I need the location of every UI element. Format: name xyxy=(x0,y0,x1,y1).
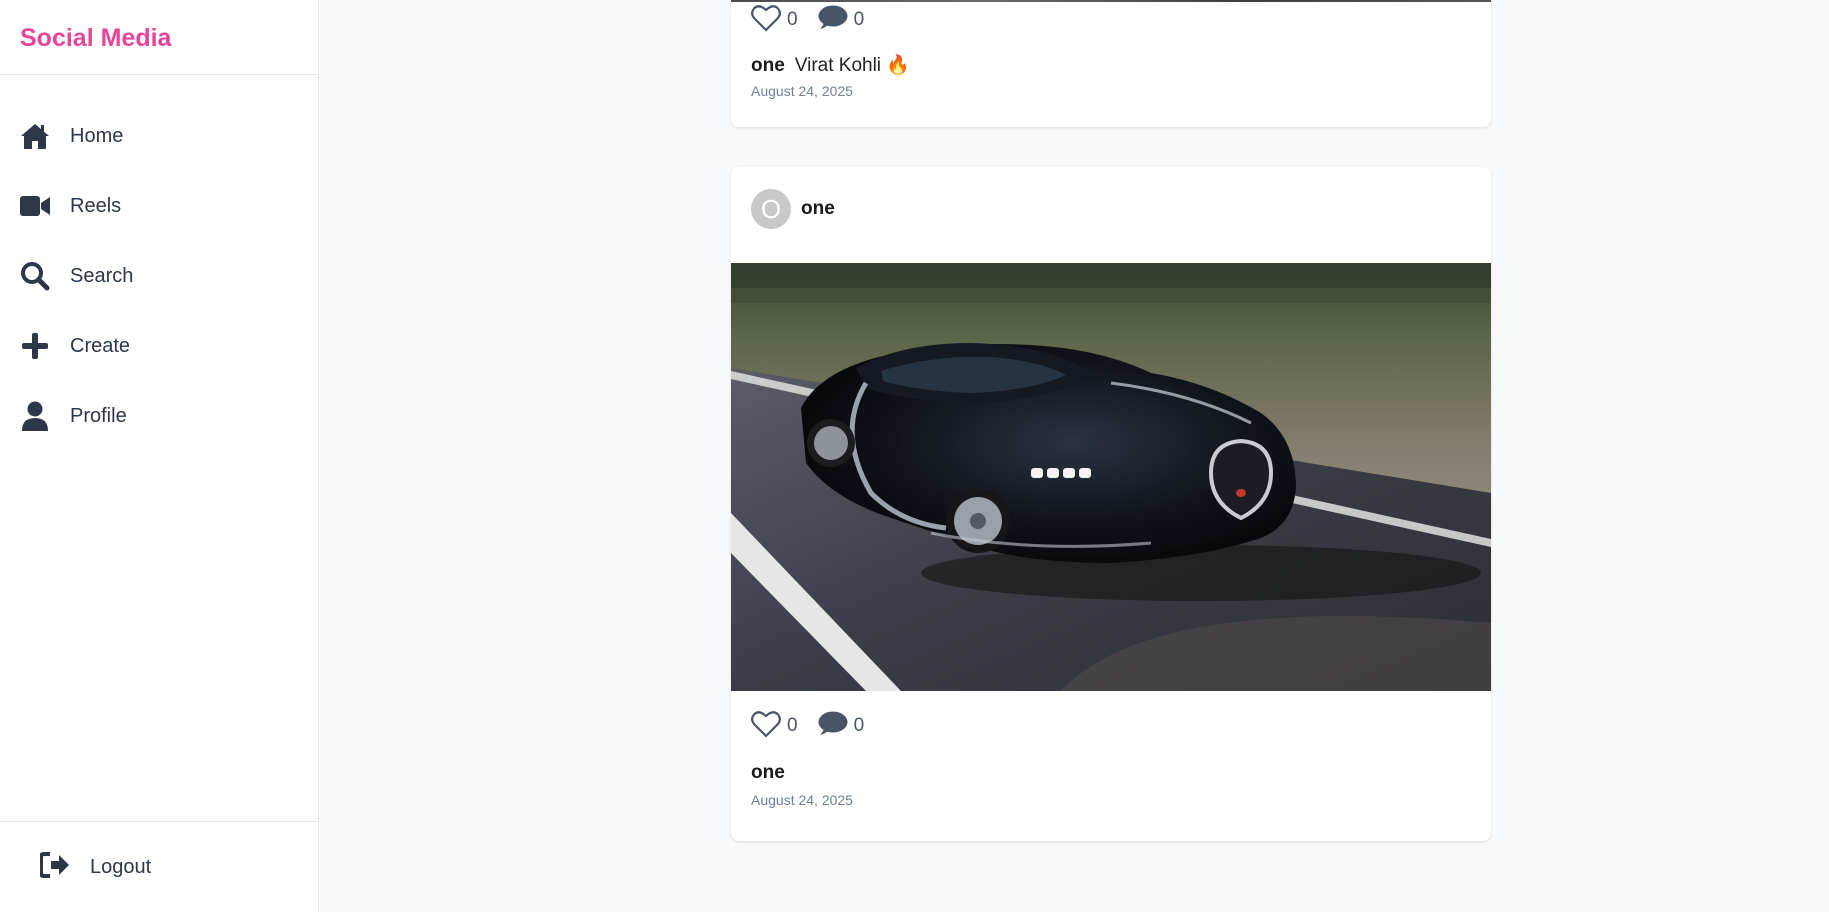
feed: 0 0 one Virat Kohli 🔥 August 24, 2025 O o… xyxy=(320,0,1829,912)
video-camera-icon xyxy=(20,191,50,221)
comment-count: 0 xyxy=(853,9,865,30)
sidebar: Social Media Home Reels Search Create Pr… xyxy=(0,0,319,912)
home-icon xyxy=(20,121,50,151)
logout-label: Logout xyxy=(90,855,152,878)
comment-icon xyxy=(816,5,848,36)
brand-title[interactable]: Social Media xyxy=(0,0,318,75)
comment-button[interactable]: 0 xyxy=(816,711,865,742)
logout-area: Logout xyxy=(0,821,318,912)
post-header: O one xyxy=(731,167,1491,237)
post-username[interactable]: one xyxy=(801,198,835,220)
post-caption: one Virat Kohli 🔥 xyxy=(731,53,1491,77)
search-icon xyxy=(20,261,50,291)
post-actions: 0 0 xyxy=(731,4,1491,37)
heart-icon xyxy=(751,710,781,743)
post-caption: one xyxy=(731,762,1491,784)
caption-username[interactable]: one xyxy=(751,762,785,783)
sidebar-item-label: Home xyxy=(70,124,124,147)
sidebar-item-label: Search xyxy=(70,264,134,287)
like-count: 0 xyxy=(787,715,798,736)
sidebar-item-create[interactable]: Create xyxy=(0,311,318,381)
post-image-edge xyxy=(731,0,1491,2)
sidebar-item-home[interactable]: Home xyxy=(0,101,318,171)
like-button[interactable]: 0 xyxy=(751,710,798,743)
sidebar-item-label: Reels xyxy=(70,194,122,217)
heart-icon xyxy=(751,4,781,37)
post-card: O one 0 0 one August 24, 2025 xyxy=(731,167,1491,841)
avatar[interactable]: O xyxy=(751,189,791,229)
comment-icon xyxy=(816,711,848,742)
comment-button[interactable]: 0 xyxy=(816,5,865,36)
post-date: August 24, 2025 xyxy=(751,83,853,99)
caption-username[interactable]: one xyxy=(751,55,785,76)
post-footer: 0 0 one August 24, 2025 xyxy=(731,710,1491,808)
post-date: August 24, 2025 xyxy=(751,792,853,808)
sidebar-item-search[interactable]: Search xyxy=(0,241,318,311)
like-button[interactable]: 0 xyxy=(751,4,798,37)
caption-text: Virat Kohli 🔥 xyxy=(794,55,910,76)
comment-count: 0 xyxy=(853,715,865,736)
like-count: 0 xyxy=(787,9,798,30)
plus-icon xyxy=(20,331,50,361)
sidebar-item-label: Create xyxy=(70,334,131,357)
post-actions: 0 0 xyxy=(731,710,1491,743)
car-photo[interactable] xyxy=(731,263,1491,691)
sidebar-nav: Home Reels Search Create Profile xyxy=(0,101,318,451)
user-icon xyxy=(20,401,50,431)
logout-button[interactable]: Logout xyxy=(0,837,318,897)
sidebar-item-profile[interactable]: Profile xyxy=(0,381,318,451)
sidebar-item-reels[interactable]: Reels xyxy=(0,171,318,241)
sidebar-item-label: Profile xyxy=(70,404,127,427)
post-card: 0 0 one Virat Kohli 🔥 August 24, 2025 xyxy=(731,0,1491,127)
logout-icon xyxy=(39,851,70,883)
